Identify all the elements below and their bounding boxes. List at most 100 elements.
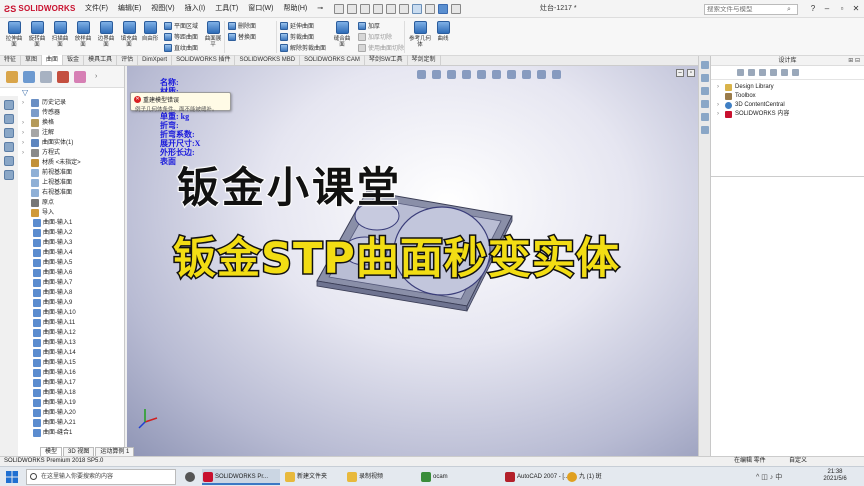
configuration-manager-icon[interactable] (40, 70, 52, 83)
strip-icon[interactable] (4, 128, 14, 138)
hide-show-items-icon[interactable] (507, 70, 516, 79)
menu-file[interactable]: 文件(F) (80, 0, 113, 18)
tab-cam[interactable]: SOLIDWORKS CAM (300, 55, 365, 65)
forward-icon[interactable] (748, 69, 755, 76)
planar-surface-button[interactable]: 平面区域 (164, 21, 198, 30)
trim-surface-button[interactable]: 剪裁曲面 (280, 32, 314, 41)
expand-arrow-icon[interactable]: › (22, 138, 24, 148)
search-icon[interactable]: ⌕ (787, 6, 791, 14)
apply-scene-icon[interactable] (537, 70, 546, 79)
tree-item[interactable]: 材质 <未指定> (0, 158, 124, 168)
menu-help[interactable]: 帮助(H) (278, 0, 312, 18)
strip-icon[interactable] (4, 100, 14, 110)
graphics-area[interactable]: – ▫ × 名称: 材质: 单重: kg 折弯: 折弯系数: 展开尺寸:X 外形… (127, 66, 710, 456)
surface-feature-item[interactable]: 曲面-输入4 (0, 248, 124, 258)
library-item[interactable]: › SOLIDWORKS 内容 (711, 110, 864, 119)
tree-item[interactable]: 前视基准面 (0, 168, 124, 178)
feature-manager-icon[interactable] (6, 70, 18, 83)
surface-feature-item[interactable]: 曲面-输入10 (0, 308, 124, 318)
taskbar-search-box[interactable]: 在这里输入你要搜索的内容 (26, 469, 176, 485)
file-properties-icon[interactable] (438, 3, 449, 14)
curves-button[interactable]: 曲线 (433, 21, 453, 42)
thickened-cut-button[interactable]: 加厚切除 (358, 32, 392, 41)
expand-arrow-icon[interactable]: › (22, 148, 24, 158)
surface-feature-item[interactable]: 曲面-输入1 (0, 218, 124, 228)
add-file-location-icon[interactable] (770, 69, 777, 76)
previous-view-icon[interactable] (447, 70, 456, 79)
tab-mbd[interactable]: SOLIDWORKS MBD (235, 55, 301, 65)
expand-arrow-icon[interactable]: › (22, 118, 24, 128)
surface-feature-item[interactable]: 曲面-输入8 (0, 288, 124, 298)
search-input[interactable] (707, 6, 787, 13)
taskbar-app-ocam[interactable]: ocam (420, 469, 500, 485)
strip-icon[interactable] (4, 156, 14, 166)
freeform-button[interactable]: 自由形 (140, 21, 160, 42)
task-pane-controls[interactable]: ⊞ ⊟ (848, 56, 860, 66)
surface-feature-item[interactable]: 曲面-输入11 (0, 318, 124, 328)
boundary-surface-button[interactable]: 边界曲面 (96, 21, 116, 48)
file-explorer-icon[interactable] (700, 87, 709, 95)
search-box[interactable]: ⌕ (704, 4, 798, 15)
tree-item[interactable]: › 历史记录 (0, 98, 124, 108)
undo-icon[interactable] (399, 3, 410, 14)
expand-arrow-icon[interactable]: › (22, 98, 24, 108)
dimxpert-manager-icon[interactable] (57, 70, 69, 83)
surface-feature-item[interactable]: 曲面-输入7 (0, 278, 124, 288)
pane-divider[interactable] (711, 176, 864, 177)
lofted-surface-button[interactable]: 放样曲面 (73, 21, 93, 48)
surface-feature-item[interactable]: 曲面-缝合1 (0, 428, 124, 438)
taskbar-app-autocad[interactable]: AutoCAD 2007 - [... (504, 469, 569, 485)
surface-feature-item[interactable]: 曲面-输入16 (0, 368, 124, 378)
tab-qinjian-tools[interactable]: 琴剑SW工具 (365, 55, 408, 65)
surface-feature-item[interactable]: 曲面-输入9 (0, 298, 124, 308)
tree-item[interactable]: 原点 (0, 198, 124, 208)
surface-feature-item[interactable]: 曲面-输入6 (0, 268, 124, 278)
expand-panel-icon[interactable]: › (95, 73, 97, 80)
viewport-minimize-button[interactable]: – (676, 69, 684, 77)
expand-arrow-icon[interactable]: › (717, 101, 719, 110)
save-icon[interactable] (373, 3, 384, 14)
select-icon[interactable] (412, 3, 423, 14)
menu-view[interactable]: 视图(V) (146, 0, 179, 18)
display-manager-icon[interactable] (74, 70, 86, 83)
display-style-icon[interactable] (492, 70, 501, 79)
taskbar-app-recording-folder[interactable]: 录制视频 (346, 469, 416, 485)
menu-window[interactable]: 窗口(W) (243, 0, 278, 18)
surface-feature-item[interactable]: 曲面-输入14 (0, 348, 124, 358)
thicken-button[interactable]: 加厚 (358, 21, 380, 30)
view-orientation-icon[interactable] (477, 70, 486, 79)
surface-feature-item[interactable]: 曲面-输入20 (0, 408, 124, 418)
menu-edit[interactable]: 编辑(E) (113, 0, 146, 18)
swept-surface-button[interactable]: 扫描曲面 (50, 21, 70, 48)
tree-item[interactable]: 导入 (0, 208, 124, 218)
library-item[interactable]: Toolbox (711, 92, 864, 101)
property-manager-icon[interactable] (23, 70, 35, 83)
expand-arrow-icon[interactable]: › (22, 128, 24, 138)
windows-start-icon[interactable] (6, 471, 18, 483)
add-to-library-icon[interactable] (759, 69, 766, 76)
tree-item[interactable]: › 注解 (0, 128, 124, 138)
solidworks-logo[interactable]: ƧS SOLIDWORKS (0, 0, 75, 18)
tree-item[interactable]: 传感器 (0, 108, 124, 118)
view-settings-icon[interactable] (552, 70, 561, 79)
custom-properties-icon[interactable] (700, 126, 709, 134)
surface-feature-item[interactable]: 曲面-输入18 (0, 388, 124, 398)
zoom-to-fit-icon[interactable] (417, 70, 426, 79)
menu-insert[interactable]: 插入(I) (180, 0, 211, 18)
restore-button[interactable]: ▫ (835, 2, 849, 15)
home-icon[interactable] (334, 3, 345, 14)
filter-icon[interactable]: ▽ (22, 89, 31, 97)
section-view-icon[interactable] (462, 70, 471, 79)
tree-item[interactable]: › 曲面实体(1) (0, 138, 124, 148)
tab-model[interactable]: 模型 (40, 447, 63, 456)
system-tray-icons[interactable]: ^ ◫ ♪ 中 (756, 472, 782, 482)
tab-evaluate[interactable]: 评估 (117, 55, 139, 65)
tab-mold-tools[interactable]: 模具工具 (84, 55, 118, 65)
open-icon[interactable] (360, 3, 371, 14)
rebuild-icon[interactable] (425, 3, 436, 14)
surface-feature-item[interactable]: 曲面-输入19 (0, 398, 124, 408)
tab-features[interactable]: 特征 (0, 55, 22, 65)
tab-sketch[interactable]: 草图 (21, 55, 43, 65)
tab-motion-study[interactable]: 运动算例 1 (95, 447, 135, 456)
surface-feature-item[interactable]: 曲面-输入15 (0, 358, 124, 368)
